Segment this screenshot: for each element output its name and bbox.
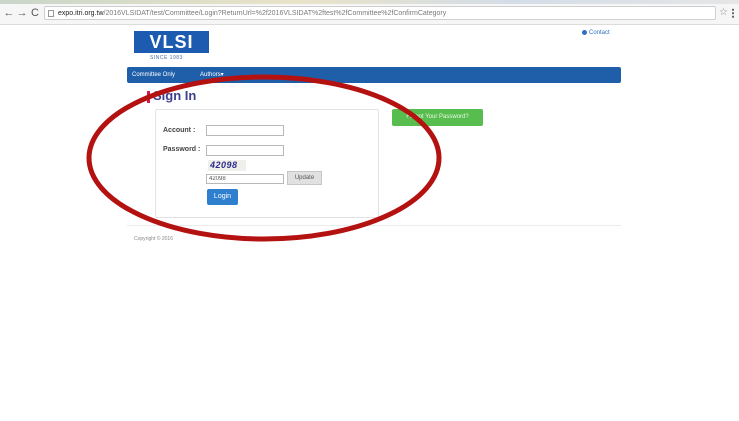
page-icon [48, 10, 54, 17]
login-button[interactable]: Login [207, 189, 238, 205]
account-input[interactable] [206, 125, 284, 136]
back-arrow-icon[interactable]: ← [3, 7, 15, 19]
bookmark-star-icon[interactable]: ☆ [719, 7, 728, 19]
nav-item-committee-only[interactable]: Committee Only [132, 67, 175, 83]
browser-menu-icon[interactable] [731, 8, 735, 18]
contact-icon [582, 30, 587, 35]
title-accent-bar [147, 91, 150, 103]
update-captcha-button[interactable]: Update [287, 171, 322, 185]
vlsi-logo: VLSI [134, 31, 209, 53]
forgot-password-button[interactable]: Forgot Your Password? [392, 109, 483, 126]
password-label: Password : [163, 146, 201, 153]
copyright-text: Copyright © 2016 [134, 236, 173, 242]
url-path: /2016VLSIDAT/test/Committee/Login?Return… [103, 10, 447, 17]
footer-divider [127, 225, 621, 226]
password-input[interactable] [206, 145, 284, 156]
captcha-image: 42098 [208, 160, 246, 171]
captcha-input[interactable] [206, 174, 284, 184]
contact-link[interactable]: Contact [582, 30, 610, 36]
forward-arrow-icon[interactable]: → [16, 7, 28, 19]
account-label: Account : [163, 127, 196, 134]
reload-icon[interactable]: C [29, 7, 41, 19]
address-bar[interactable]: expo.itri.org.tw/2016VLSIDAT/test/Commit… [44, 6, 716, 20]
main-nav-bar: Committee Only Authors▾ [127, 67, 621, 83]
browser-toolbar: ← → C expo.itri.org.tw/2016VLSIDAT/test/… [0, 4, 739, 25]
page-title: Sign In [153, 88, 197, 103]
nav-item-authors[interactable]: Authors▾ [200, 67, 224, 83]
contact-label: Contact [589, 30, 610, 37]
logo-subtitle: SINCE 1983 [150, 55, 183, 61]
url-host: expo.itri.org.tw [58, 10, 104, 17]
